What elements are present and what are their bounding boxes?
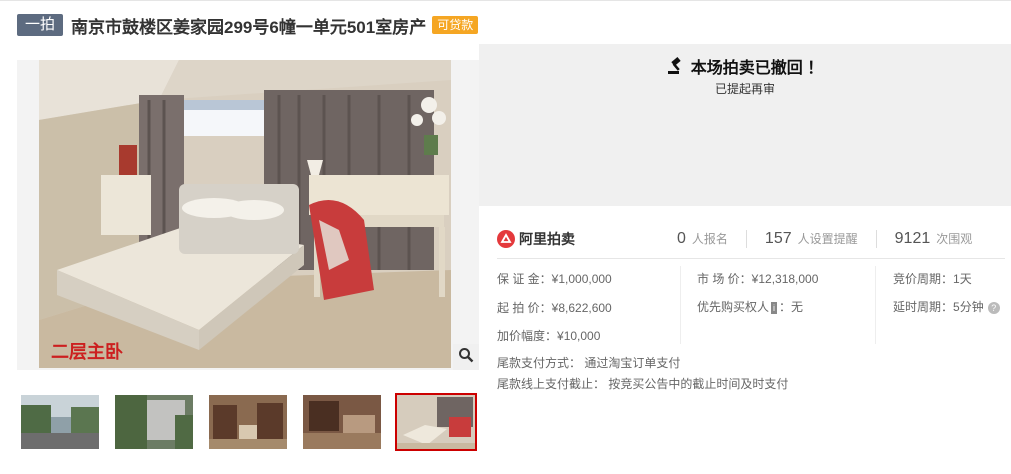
thumbnail-5-active[interactable] <box>395 393 477 451</box>
payment-deadline-info: 尾款线上支付截止： 按竞买公告中的截止时间及时支付 <box>497 375 788 392</box>
payment-method-label: 尾款支付方式： <box>497 356 582 370</box>
start-price-info: 起 拍 价：¥8,622,600 <box>497 299 612 316</box>
start-price-label: 起 拍 价： <box>497 301 552 315</box>
market-price-info: 市 场 价：¥12,318,000 <box>697 270 818 287</box>
priority-buyer-info: 优先购买权人 i ：无 <box>697 298 803 315</box>
thumbnail-3[interactable] <box>207 393 289 451</box>
priority-buyer-value: ：无 <box>779 300 804 314</box>
stat-views-value: 9121 <box>894 230 931 247</box>
thumbnail-2[interactable] <box>113 393 195 451</box>
bid-period-value: 1天 <box>953 272 972 286</box>
market-price-value: ¥12,318,000 <box>751 272 819 286</box>
auction-status-panel: 本场拍卖已撤回 ！ 已提起再审 <box>479 44 1011 206</box>
help-icon[interactable]: ? <box>987 301 1000 314</box>
delay-period-label: 延时周期： <box>893 300 954 314</box>
deposit-info: 保 证 金：¥1,000,000 <box>497 270 612 287</box>
thumbnail-4[interactable] <box>301 393 383 451</box>
increment-label: 加价幅度： <box>497 329 558 343</box>
stat-divider <box>745 230 747 248</box>
deposit-value: ¥1,000,000 <box>551 272 612 286</box>
status-title: 本场拍卖已撤回 ！ <box>690 60 824 77</box>
photo-caption: 二层主卧 <box>51 341 123 362</box>
increment-value: ¥10,000 <box>557 329 601 343</box>
brand-name: 阿里拍卖 <box>519 231 575 247</box>
payment-deadline-value: 按竞买公告中的截止时间及时支付 <box>608 377 789 391</box>
increment-info: 加价幅度：¥10,000 <box>497 327 600 344</box>
stat-signups: 0 人报名 <box>677 230 728 248</box>
magnifier-icon <box>458 347 474 368</box>
thumbnail-1[interactable] <box>19 393 101 451</box>
payment-method-value: 通过淘宝订单支付 <box>584 356 681 370</box>
main-image-viewer[interactable]: 二层主卧 <box>17 60 479 370</box>
ali-auction-icon <box>497 230 515 248</box>
gavel-icon <box>667 57 685 75</box>
stat-reminders-unit: 人设置提醒 <box>797 232 858 246</box>
bid-period-info: 竞价周期：1天 <box>893 270 972 287</box>
loan-available-badge: 可贷款 <box>432 16 479 34</box>
status-subtitle: 已提起再审 <box>714 82 775 96</box>
thumbnail-strip <box>17 393 479 453</box>
info-tag-icon[interactable]: i <box>771 301 778 314</box>
stat-views-unit: 次围观 <box>936 232 973 246</box>
column-divider <box>875 266 876 344</box>
start-price-value: ¥8,622,600 <box>551 301 612 315</box>
delay-period-info: 延时周期：5分钟? <box>893 298 1000 315</box>
status-title-row: 本场拍卖已撤回 ！ <box>479 54 1011 78</box>
payment-deadline-label: 尾款线上支付截止： <box>497 377 606 391</box>
priority-buyer-label: 优先购买权人 <box>697 300 770 314</box>
payment-method-info: 尾款支付方式： 通过淘宝订单支付 <box>497 354 680 371</box>
stat-reminders-value: 157 <box>764 230 792 247</box>
column-divider <box>680 266 681 344</box>
delay-period-value: 5分钟 <box>953 300 984 314</box>
bid-period-label: 竞价周期： <box>893 272 954 286</box>
auction-round-badge: 一拍 <box>17 14 64 36</box>
page-title-row: 一拍 南京市鼓楼区姜家园299号6幢一单元501室房产 可贷款 <box>17 12 479 38</box>
brand-stats-row: 阿里拍卖 0 人报名 157 人设置提醒 9121 次围观 <box>497 224 1011 254</box>
zoom-button[interactable] <box>453 344 479 370</box>
stat-reminders: 157 人设置提醒 <box>765 230 858 248</box>
brand-logo[interactable]: 阿里拍卖 <box>497 229 677 249</box>
stat-divider <box>875 230 877 248</box>
market-price-label: 市 场 价： <box>697 272 752 286</box>
stat-signups-value: 0 <box>677 230 686 247</box>
top-divider <box>0 0 1011 1</box>
deposit-label: 保 证 金： <box>497 272 552 286</box>
section-divider <box>497 258 1005 259</box>
main-photo[interactable]: 二层主卧 <box>39 60 451 368</box>
stat-views: 9121 次围观 <box>895 230 973 248</box>
page-title: 南京市鼓楼区姜家园299号6幢一单元501室房产 <box>71 17 427 37</box>
stat-signups-unit: 人报名 <box>691 232 728 246</box>
